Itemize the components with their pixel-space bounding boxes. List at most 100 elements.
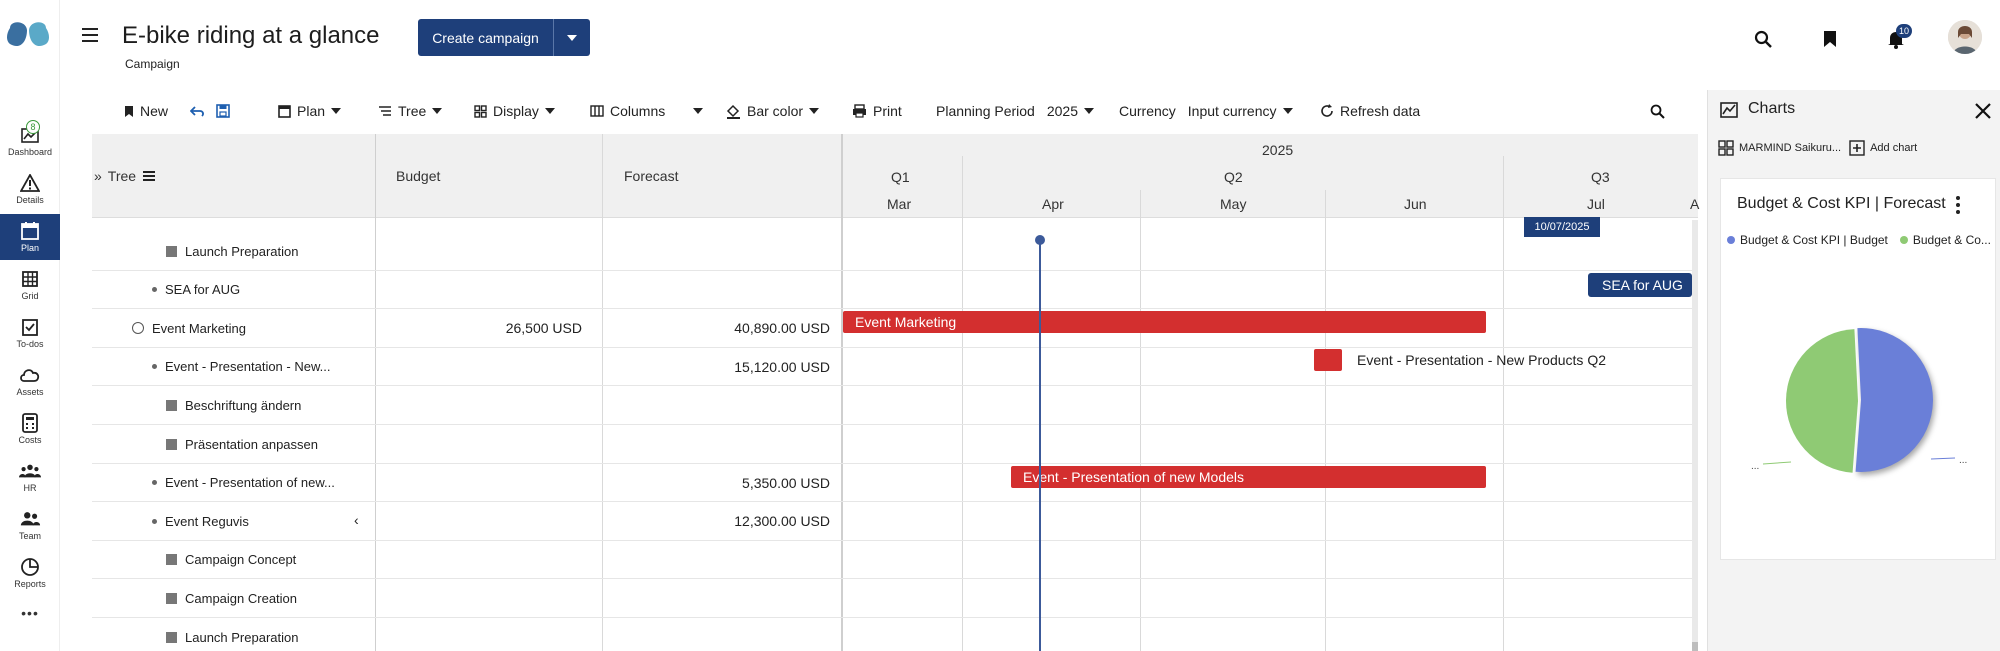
table-row[interactable]: Launch Preparation — [92, 618, 1698, 651]
pie-slice[interactable] — [1786, 329, 1858, 473]
top-header: E-bike riding at a glance Campaign Creat… — [60, 0, 2000, 76]
undo-icon — [190, 106, 204, 117]
sidebar-item-plan[interactable]: Plan — [0, 214, 60, 260]
gantt-bar-event-presentation-new-models[interactable]: Event - Presentation of new Models — [1011, 466, 1486, 488]
print-button[interactable]: Print — [852, 94, 902, 128]
row-name: Event Reguvis — [165, 513, 249, 529]
tree-header-label: Tree — [107, 168, 137, 184]
vertical-scrollbar[interactable] — [1692, 220, 1698, 651]
row-name: Campaign Creation — [185, 590, 298, 606]
more-vertical-icon[interactable] — [1953, 195, 1963, 215]
plan-dropdown[interactable]: Plan — [278, 94, 342, 128]
sidebar-item-details[interactable]: Details — [0, 166, 60, 212]
expand-circle-icon[interactable] — [132, 322, 144, 335]
undo-button[interactable] — [190, 94, 206, 128]
table-row[interactable]: Beschriftung ändern — [92, 386, 1698, 425]
pie-slice[interactable] — [1855, 328, 1934, 472]
refresh-data-button[interactable]: Refresh data — [1320, 94, 1420, 128]
row-name: Launch Preparation — [185, 243, 299, 259]
legend-item[interactable]: Budget & Cost KPI | Budget — [1727, 233, 1888, 247]
dashboard-source-selector[interactable]: MARMIND Saikuru... — [1718, 140, 1841, 156]
sidebar-item-grid[interactable]: Grid — [0, 262, 60, 308]
task-icon — [166, 245, 177, 257]
sidebar-item-costs[interactable]: Costs — [0, 406, 60, 452]
plan-grid: » Tree Budget Forecast 2025 Q1 Q2 Q3 Mar… — [92, 134, 1699, 651]
tree-list-icon — [379, 106, 391, 116]
create-dropdown-caret-icon[interactable] — [554, 34, 590, 42]
today-marker-dot — [1035, 235, 1045, 245]
tree-column-header[interactable]: » Tree — [94, 168, 156, 184]
month-label: Apr — [1042, 196, 1064, 212]
bullet-icon — [152, 480, 157, 486]
scrollbar-thumb[interactable] — [1692, 642, 1698, 651]
today-marker-line — [1039, 239, 1041, 651]
forecast-cell[interactable]: 5,350.00 USD — [602, 464, 830, 502]
pie-leader-line — [1930, 457, 1956, 460]
planning-period-dropdown[interactable]: Planning Period 2025 — [936, 94, 1095, 128]
app-logo[interactable] — [6, 22, 50, 52]
sidebar-item-team[interactable]: Team — [0, 502, 60, 548]
sidebar-item-reports[interactable]: Reports — [0, 550, 60, 596]
month-label: May — [1220, 196, 1247, 212]
gantt-bar-event-marketing[interactable]: Event Marketing — [843, 311, 1486, 333]
create-campaign-label[interactable]: Create campaign — [418, 19, 554, 56]
search-icon[interactable] — [1752, 28, 1774, 50]
tree-dropdown[interactable]: Tree — [378, 94, 443, 128]
currency-label: Currency — [1119, 103, 1176, 119]
plan-toolbar: New Plan Tree Display Columns Bar color … — [92, 94, 1698, 128]
sidebar-item-label: Costs — [18, 435, 42, 445]
save-button[interactable] — [216, 94, 230, 128]
table-row[interactable]: Launch Preparation — [92, 232, 1698, 271]
forecast-cell[interactable]: 15,120.00 USD — [602, 348, 830, 386]
grid-icon — [19, 269, 41, 289]
new-button[interactable]: New — [124, 94, 168, 128]
month-label: Jun — [1404, 196, 1427, 212]
bar-color-dropdown[interactable]: Bar color — [726, 94, 820, 128]
add-chart-button[interactable]: Add chart — [1849, 140, 1917, 156]
gantt-bar-event-presentation-new-products[interactable] — [1314, 349, 1342, 371]
table-row[interactable]: Präsentation anpassen — [92, 425, 1698, 464]
forecast-cell[interactable]: 40,890.00 USD — [602, 309, 830, 347]
hamburger-menu-icon[interactable] — [82, 28, 98, 42]
create-campaign-button[interactable]: Create campaign — [418, 19, 590, 56]
bookmark-icon[interactable] — [1819, 28, 1841, 50]
calendar-icon — [278, 105, 291, 118]
table-row[interactable]: SEA for AUG — [92, 271, 1698, 310]
collapse-chevron-icon[interactable]: ‹ — [354, 512, 359, 528]
hamburger-menu-icon[interactable] — [142, 170, 156, 182]
expand-all-icon[interactable]: » — [94, 168, 102, 184]
budget-column-header[interactable]: Budget — [396, 168, 440, 184]
row-name: Event - Presentation of new... — [165, 475, 335, 491]
pie-label-left: ... — [1751, 461, 1759, 472]
month-label: Mar — [887, 196, 912, 212]
forecast-cell[interactable]: 12,300.00 USD — [602, 502, 830, 540]
pie-leader-line — [1762, 461, 1792, 465]
sidebar-item-todos[interactable]: To-dos — [0, 310, 60, 356]
budget-cell[interactable]: 26,500 USD — [374, 309, 582, 347]
add-chart-label: Add chart — [1870, 142, 1918, 154]
grid-search-button[interactable] — [1650, 94, 1665, 128]
planning-period-value: 2025 — [1046, 103, 1079, 119]
left-sidebar: 8 Dashboard Details Plan Grid To-dos Ass… — [0, 0, 60, 651]
avatar[interactable] — [1948, 20, 1982, 54]
close-icon[interactable] — [1974, 102, 1992, 120]
forecast-column-header[interactable]: Forecast — [624, 168, 678, 184]
search-icon — [1650, 104, 1665, 119]
table-row[interactable]: Campaign Concept — [92, 541, 1698, 580]
sidebar-item-dashboard[interactable]: 8 Dashboard — [0, 118, 60, 164]
sidebar-item-hr[interactable]: HR — [0, 454, 60, 500]
legend-item[interactable]: Budget & Co... — [1899, 233, 1991, 247]
sidebar-item-label: Team — [18, 531, 41, 541]
charts-tools: MARMIND Saikuru... Add chart — [1718, 140, 1917, 156]
columns-dropdown[interactable]: Columns — [590, 94, 704, 128]
gantt-bar-sea-for-aug[interactable]: SEA for AUG — [1588, 273, 1692, 297]
table-row[interactable]: Campaign Creation — [92, 579, 1698, 618]
display-dropdown[interactable]: Display — [474, 94, 555, 128]
currency-dropdown[interactable]: Currency Input currency — [1119, 94, 1293, 128]
table-row[interactable]: Event Reguvis ‹ 12,300.00 USD — [92, 502, 1698, 541]
quarter-label: Q1 — [891, 169, 910, 185]
pie-chart: ... ... — [1751, 328, 1967, 473]
more-menu-button[interactable]: ••• — [0, 598, 60, 628]
legend-label: Budget & Co... — [1912, 233, 1991, 247]
sidebar-item-assets[interactable]: Assets — [0, 358, 60, 404]
